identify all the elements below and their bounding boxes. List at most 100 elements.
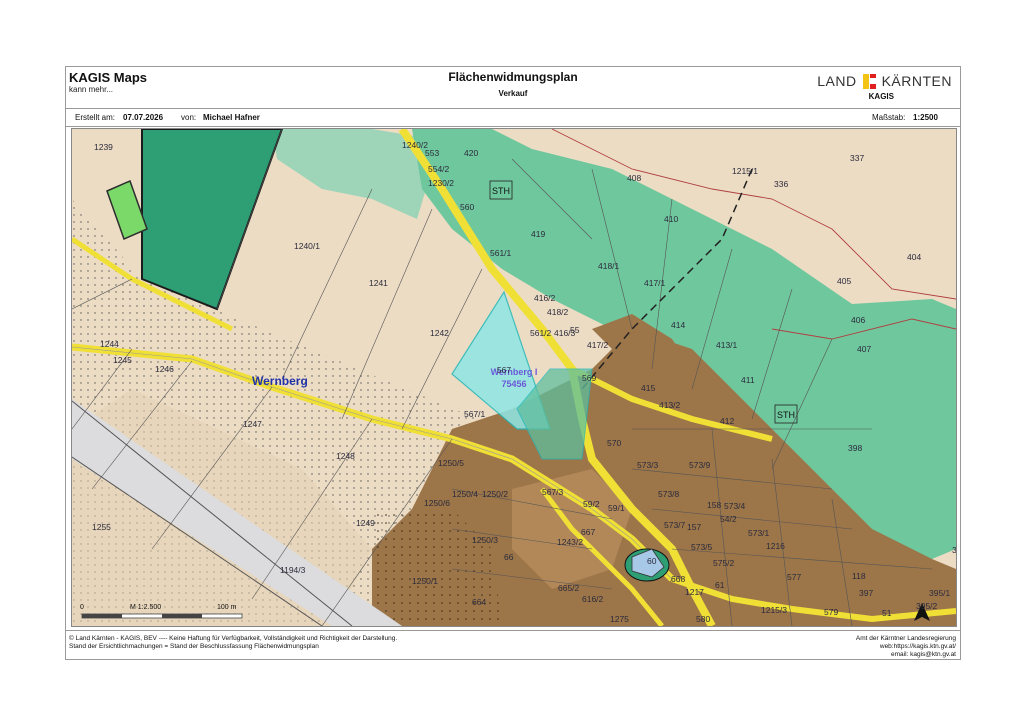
footer-email: email: kagis@ktn.gv.at [890,651,956,658]
parcel-label: 395/2 [916,601,938,611]
parcel-label: 407 [857,344,871,354]
parcel-label: 418/1 [598,261,620,271]
parcel-label: 1250/3 [472,535,498,545]
parcel-label: 66 [504,552,514,562]
parcel-label: 573/9 [689,460,711,470]
parcel-label: 417/1 [644,278,666,288]
parcel-label: 411 [741,375,755,385]
scale-bar [81,613,243,619]
parcel-label: 404 [907,252,921,262]
parcel-label: 418/2 [547,307,569,317]
selected-parcel-overlay-label: 567 [497,365,511,375]
zoning-map[interactable]: 1239 1240/2 553 554/2 1230/2 420 408 1215/1 336 3… [71,128,957,627]
parcel-label: 1230/2 [428,178,454,188]
scale-label: Maßstab: [872,113,906,122]
parcel-label: 575/2 [713,558,735,568]
author-label: von: [181,113,197,122]
parcel-label: 55 [570,325,580,335]
parcel-label: 1245 [113,355,132,365]
parcel-label: 580 [696,614,710,624]
parcel-label: 419 [531,229,545,239]
parcel-label: 51 [882,608,892,618]
parcel-label: 573/4 [724,501,746,511]
parcel-label: 410 [664,214,678,224]
parcel-label: 570 [607,438,621,448]
parcel-label: 665/2 [558,583,580,593]
created-date: 07.07.2026 [123,113,164,122]
parcel-label: 573/3 [637,460,659,470]
parcel-label: 616/2 [582,594,604,604]
parcel-label: 573/7 [664,520,686,530]
map-canvas[interactable]: 1239 1240/2553554/21230/24204081215/13363… [72,129,956,626]
parcel-label: 1215/1 [732,166,758,176]
parcel-label: 61 [715,580,725,590]
logo-word-land: LAND [817,73,857,90]
parcel-label: 398 [848,443,862,453]
parcel-label: 1248 [336,451,355,461]
parcel-label: 1249 [356,518,375,528]
footer-status-note: Stand der Ersichtlichmachungen = Stand d… [69,643,319,650]
author-name: Michael Hafner [203,113,260,122]
parcel-label: 1246 [155,364,174,374]
parcel-label: 408 [627,173,641,183]
parcel-label: 420 [464,148,478,158]
parcel-label: 1255 [92,522,111,532]
parcel-label: 1243/2 [557,537,583,547]
parcel-label: 553 [425,148,439,158]
parcel-label: 59/1 [608,503,625,513]
parcel-label: 1250/6 [424,498,450,508]
parcel-label: 54/2 [720,514,737,524]
scale-bar-end: 100 m [217,604,237,611]
parcel-label: 1241 [369,278,388,288]
logo-subtitle: KAGIS [868,92,894,101]
parcel-label: 412 [720,416,734,426]
parcel-label: 59/2 [583,499,600,509]
parcel-label: 406 [851,315,865,325]
parcel-label: 416/2 [534,293,556,303]
parcel-label: 560 [460,202,474,212]
footer-disclaimer: © Land Kärnten - KAGIS, BEV ---- Keine H… [69,635,398,642]
parcel-label: 664 [472,597,486,607]
sth-label-2: STH [777,410,795,420]
parcel-label: 668 [671,574,685,584]
info-bar: Erstellt am: 07.07.2026 von: Michael Haf… [66,109,960,127]
logo-word-kaernten: KÄRNTEN [881,73,952,90]
created-label: Erstellt am: [75,113,116,122]
parcel-label: 413/1 [716,340,738,350]
parcel-label: 1250/5 [438,458,464,468]
scale-bar-zero: 0 [80,604,84,611]
parcel-label: 1216 [766,541,785,551]
parcel-label: 1240/1 [294,241,320,251]
parcel-label: 336 [774,179,788,189]
footer-agency: Amt der Kärntner Landesregierung [855,635,956,642]
parcel-label: 577 [787,572,801,582]
map-sheet: KAGIS Maps kann mehr... Flächenwidmungsp… [65,66,961,660]
parcel-label: 118 [852,571,866,581]
parcel-label: 1194/3 [280,565,306,575]
parcel-label: 396 [952,545,956,555]
parcel-label: 667 [581,527,595,537]
parcel-label: 567/1 [464,409,486,419]
scale-bar-ratio: M 1:2.500 [130,604,161,611]
carinthia-flag-icon [862,73,876,89]
parcel-label: 1239 [94,142,113,152]
parcel-label: 1215/3 [761,605,787,615]
parcel-label: 1247 [243,419,262,429]
parcel-label: 573/5 [691,542,713,552]
sheet-header: KAGIS Maps kann mehr... Flächenwidmungsp… [66,67,960,109]
parcel-label: 561/2 [530,328,552,338]
parcel-label: 1275 [610,614,629,624]
parcel-label: 158 [707,500,721,510]
parcel-label: 561/1 [490,248,512,258]
parcel-label: 395/1 [929,588,951,598]
parcel-label: 417/2 [587,340,609,350]
selected-parcel-number: 75456 [501,379,526,389]
sth-label-1: STH [492,186,510,196]
parcel-label: 413/2 [659,400,681,410]
parcel-label: 569 [582,373,596,383]
parcel-label: 415 [641,383,655,393]
parcel-label: 1244 [100,339,119,349]
parcel-label: 414 [671,320,685,330]
parcel-label: 573/8 [658,489,680,499]
parcel-label: 397 [859,588,873,598]
